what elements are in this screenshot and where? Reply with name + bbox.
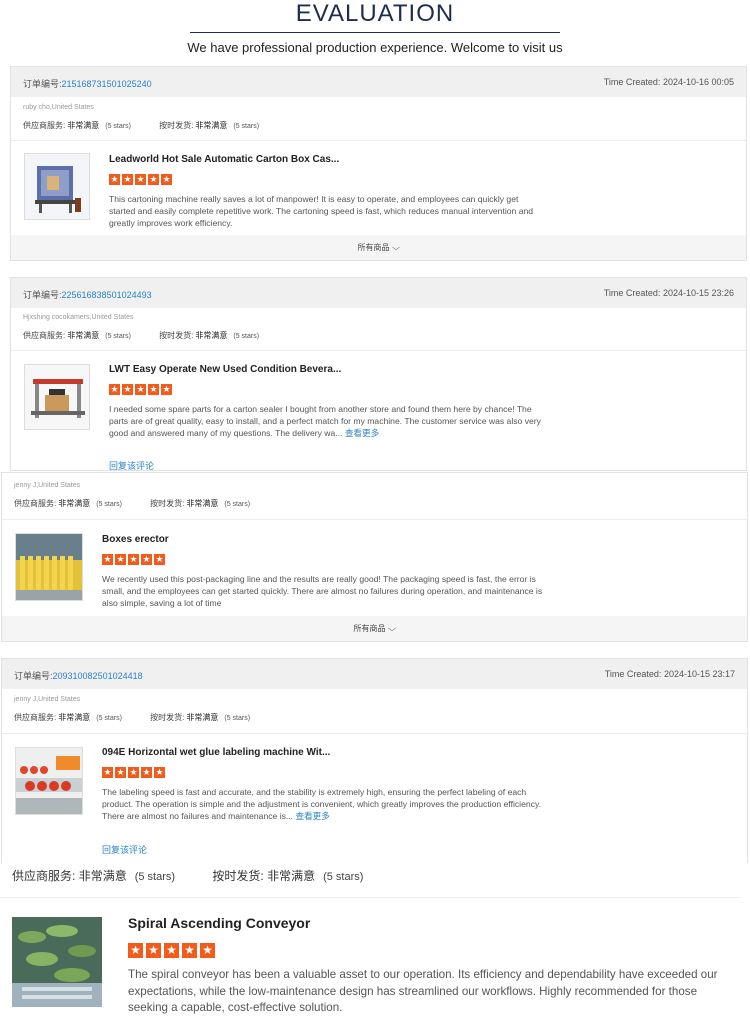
order-number-link[interactable]: 225616838501024493 <box>62 290 152 300</box>
page-subtitle: We have professional production experien… <box>187 40 563 55</box>
star-icon: ★ <box>122 174 133 185</box>
title-underline <box>190 32 560 33</box>
reviewer-name: Hjxshing cocokamers,United States <box>23 314 134 321</box>
product-title-link[interactable]: LWT Easy Operate New Used Condition Beve… <box>109 364 341 375</box>
rating-stars: ★ ★ ★ ★ ★ <box>128 943 215 958</box>
product-image[interactable] <box>24 364 90 430</box>
evaluation-header: EVALUATION We have professional producti… <box>0 0 750 62</box>
view-more-link[interactable]: 查看更多 <box>295 811 329 821</box>
all-products-toggle[interactable]: 所有商品 ⌵ <box>2 616 747 641</box>
star-icon: ★ <box>128 554 139 565</box>
star-icon: ★ <box>102 767 113 778</box>
chevron-down-icon: ⌵ <box>392 243 401 252</box>
reviewer-name: jenny J,United States <box>14 482 81 489</box>
star-icon: ★ <box>148 384 159 395</box>
order-number-link[interactable]: 209310082501024418 <box>53 671 143 681</box>
star-icon: ★ <box>141 554 152 565</box>
reply-review-link[interactable]: 回复该评论 <box>102 843 147 856</box>
product-title-link[interactable]: Spiral Ascending Conveyor <box>128 915 310 931</box>
star-icon: ★ <box>135 384 146 395</box>
star-icon: ★ <box>161 174 172 185</box>
review-text: We recently used this post-packaging lin… <box>102 574 543 608</box>
page-title: EVALUATION <box>295 0 455 27</box>
review-card-1: 订单编号:215168731501025240 Time Created: 20… <box>10 66 747 261</box>
order-header: 订单编号:209310082501024418 Time Created: 20… <box>2 659 747 689</box>
reviewer-name: ruby cho,United States <box>23 104 94 111</box>
view-more-link[interactable]: 查看更多 <box>345 428 379 438</box>
time-created-label: Time Created: <box>603 288 661 298</box>
review-text: This cartoning machine really saves a lo… <box>109 194 534 228</box>
order-header: 订单编号:225616838501024493 Time Created: 20… <box>11 278 746 308</box>
reply-review-link[interactable]: 回复该评论 <box>109 459 154 470</box>
review-text: The spiral conveyor has been a valuable … <box>128 968 718 1014</box>
order-number-label: 订单编号: <box>23 290 62 300</box>
time-created-label: Time Created: <box>604 669 662 679</box>
time-created-value: 2024-10-15 23:26 <box>662 288 734 298</box>
star-icon: ★ <box>141 767 152 778</box>
product-title-link[interactable]: Boxes erector <box>102 534 169 545</box>
product-image[interactable] <box>24 153 90 220</box>
service-ratings-large: 供应商服务: 非常满意 (5 stars) 按时发货: 非常满意 (5 stars) <box>12 869 364 883</box>
time-created-value: 2024-10-16 00:05 <box>662 77 734 87</box>
order-header: 订单编号:215168731501025240 Time Created: 20… <box>11 67 746 97</box>
service-ratings: 供应商服务: 非常满意 (5 stars) 按时发货: 非常满意 (5 stars) <box>23 121 260 130</box>
time-created-label: Time Created: <box>603 77 661 87</box>
star-icon: ★ <box>154 767 165 778</box>
rating-stars: ★ ★ ★ ★ ★ <box>109 174 172 185</box>
star-icon: ★ <box>146 943 161 958</box>
divider <box>2 733 747 734</box>
product-image[interactable] <box>12 917 102 1007</box>
star-icon: ★ <box>148 174 159 185</box>
service-ratings: 供应商服务: 非常满意 (5 stars) 按时发货: 非常满意 (5 stars) <box>23 331 260 340</box>
order-number-label: 订单编号: <box>14 671 53 681</box>
rating-stars: ★ ★ ★ ★ ★ <box>102 767 165 778</box>
review-text: The labeling speed is fast and accurate,… <box>102 787 541 821</box>
product-image[interactable] <box>15 747 83 815</box>
divider <box>0 897 740 898</box>
order-number-link[interactable]: 215168731501025240 <box>62 79 152 89</box>
divider <box>2 519 747 520</box>
star-icon: ★ <box>115 767 126 778</box>
star-icon: ★ <box>122 384 133 395</box>
chevron-down-icon: ⌵ <box>388 624 397 633</box>
divider <box>11 350 746 351</box>
service-ratings: 供应商服务: 非常满意 (5 stars) 按时发货: 非常满意 (5 stars) <box>14 499 251 508</box>
review-card-3: jenny J,United States 供应商服务: 非常满意 (5 stars… <box>1 472 748 642</box>
review-card-2: 订单编号:225616838501024493 Time Created: 20… <box>10 277 747 471</box>
star-icon: ★ <box>182 943 197 958</box>
star-icon: ★ <box>109 384 120 395</box>
star-icon: ★ <box>135 174 146 185</box>
star-icon: ★ <box>161 384 172 395</box>
time-created-value: 2024-10-15 23:17 <box>663 669 735 679</box>
service-ratings: 供应商服务: 非常满意 (5 stars) 按时发货: 非常满意 (5 stars) <box>14 713 251 722</box>
product-image[interactable] <box>15 533 83 601</box>
divider <box>11 140 746 141</box>
star-icon: ★ <box>164 943 179 958</box>
star-icon: ★ <box>115 554 126 565</box>
star-icon: ★ <box>128 767 139 778</box>
star-icon: ★ <box>109 174 120 185</box>
product-title-link[interactable]: 094E Horizontal wet glue labeling machin… <box>102 747 330 758</box>
rating-stars: ★ ★ ★ ★ ★ <box>109 384 172 395</box>
product-title-link[interactable]: Leadworld Hot Sale Automatic Carton Box … <box>109 154 339 165</box>
reviewer-name: jenny J,United States <box>14 696 81 703</box>
review-text: I needed some spare parts for a carton s… <box>109 404 541 438</box>
star-icon: ★ <box>154 554 165 565</box>
all-products-toggle[interactable]: 所有商品 ⌵ <box>11 235 746 260</box>
star-icon: ★ <box>128 943 143 958</box>
star-icon: ★ <box>200 943 215 958</box>
rating-stars: ★ ★ ★ ★ ★ <box>102 554 165 565</box>
order-number-label: 订单编号: <box>23 79 62 89</box>
review-card-4: 订单编号:209310082501024418 Time Created: 20… <box>1 658 748 863</box>
star-icon: ★ <box>102 554 113 565</box>
